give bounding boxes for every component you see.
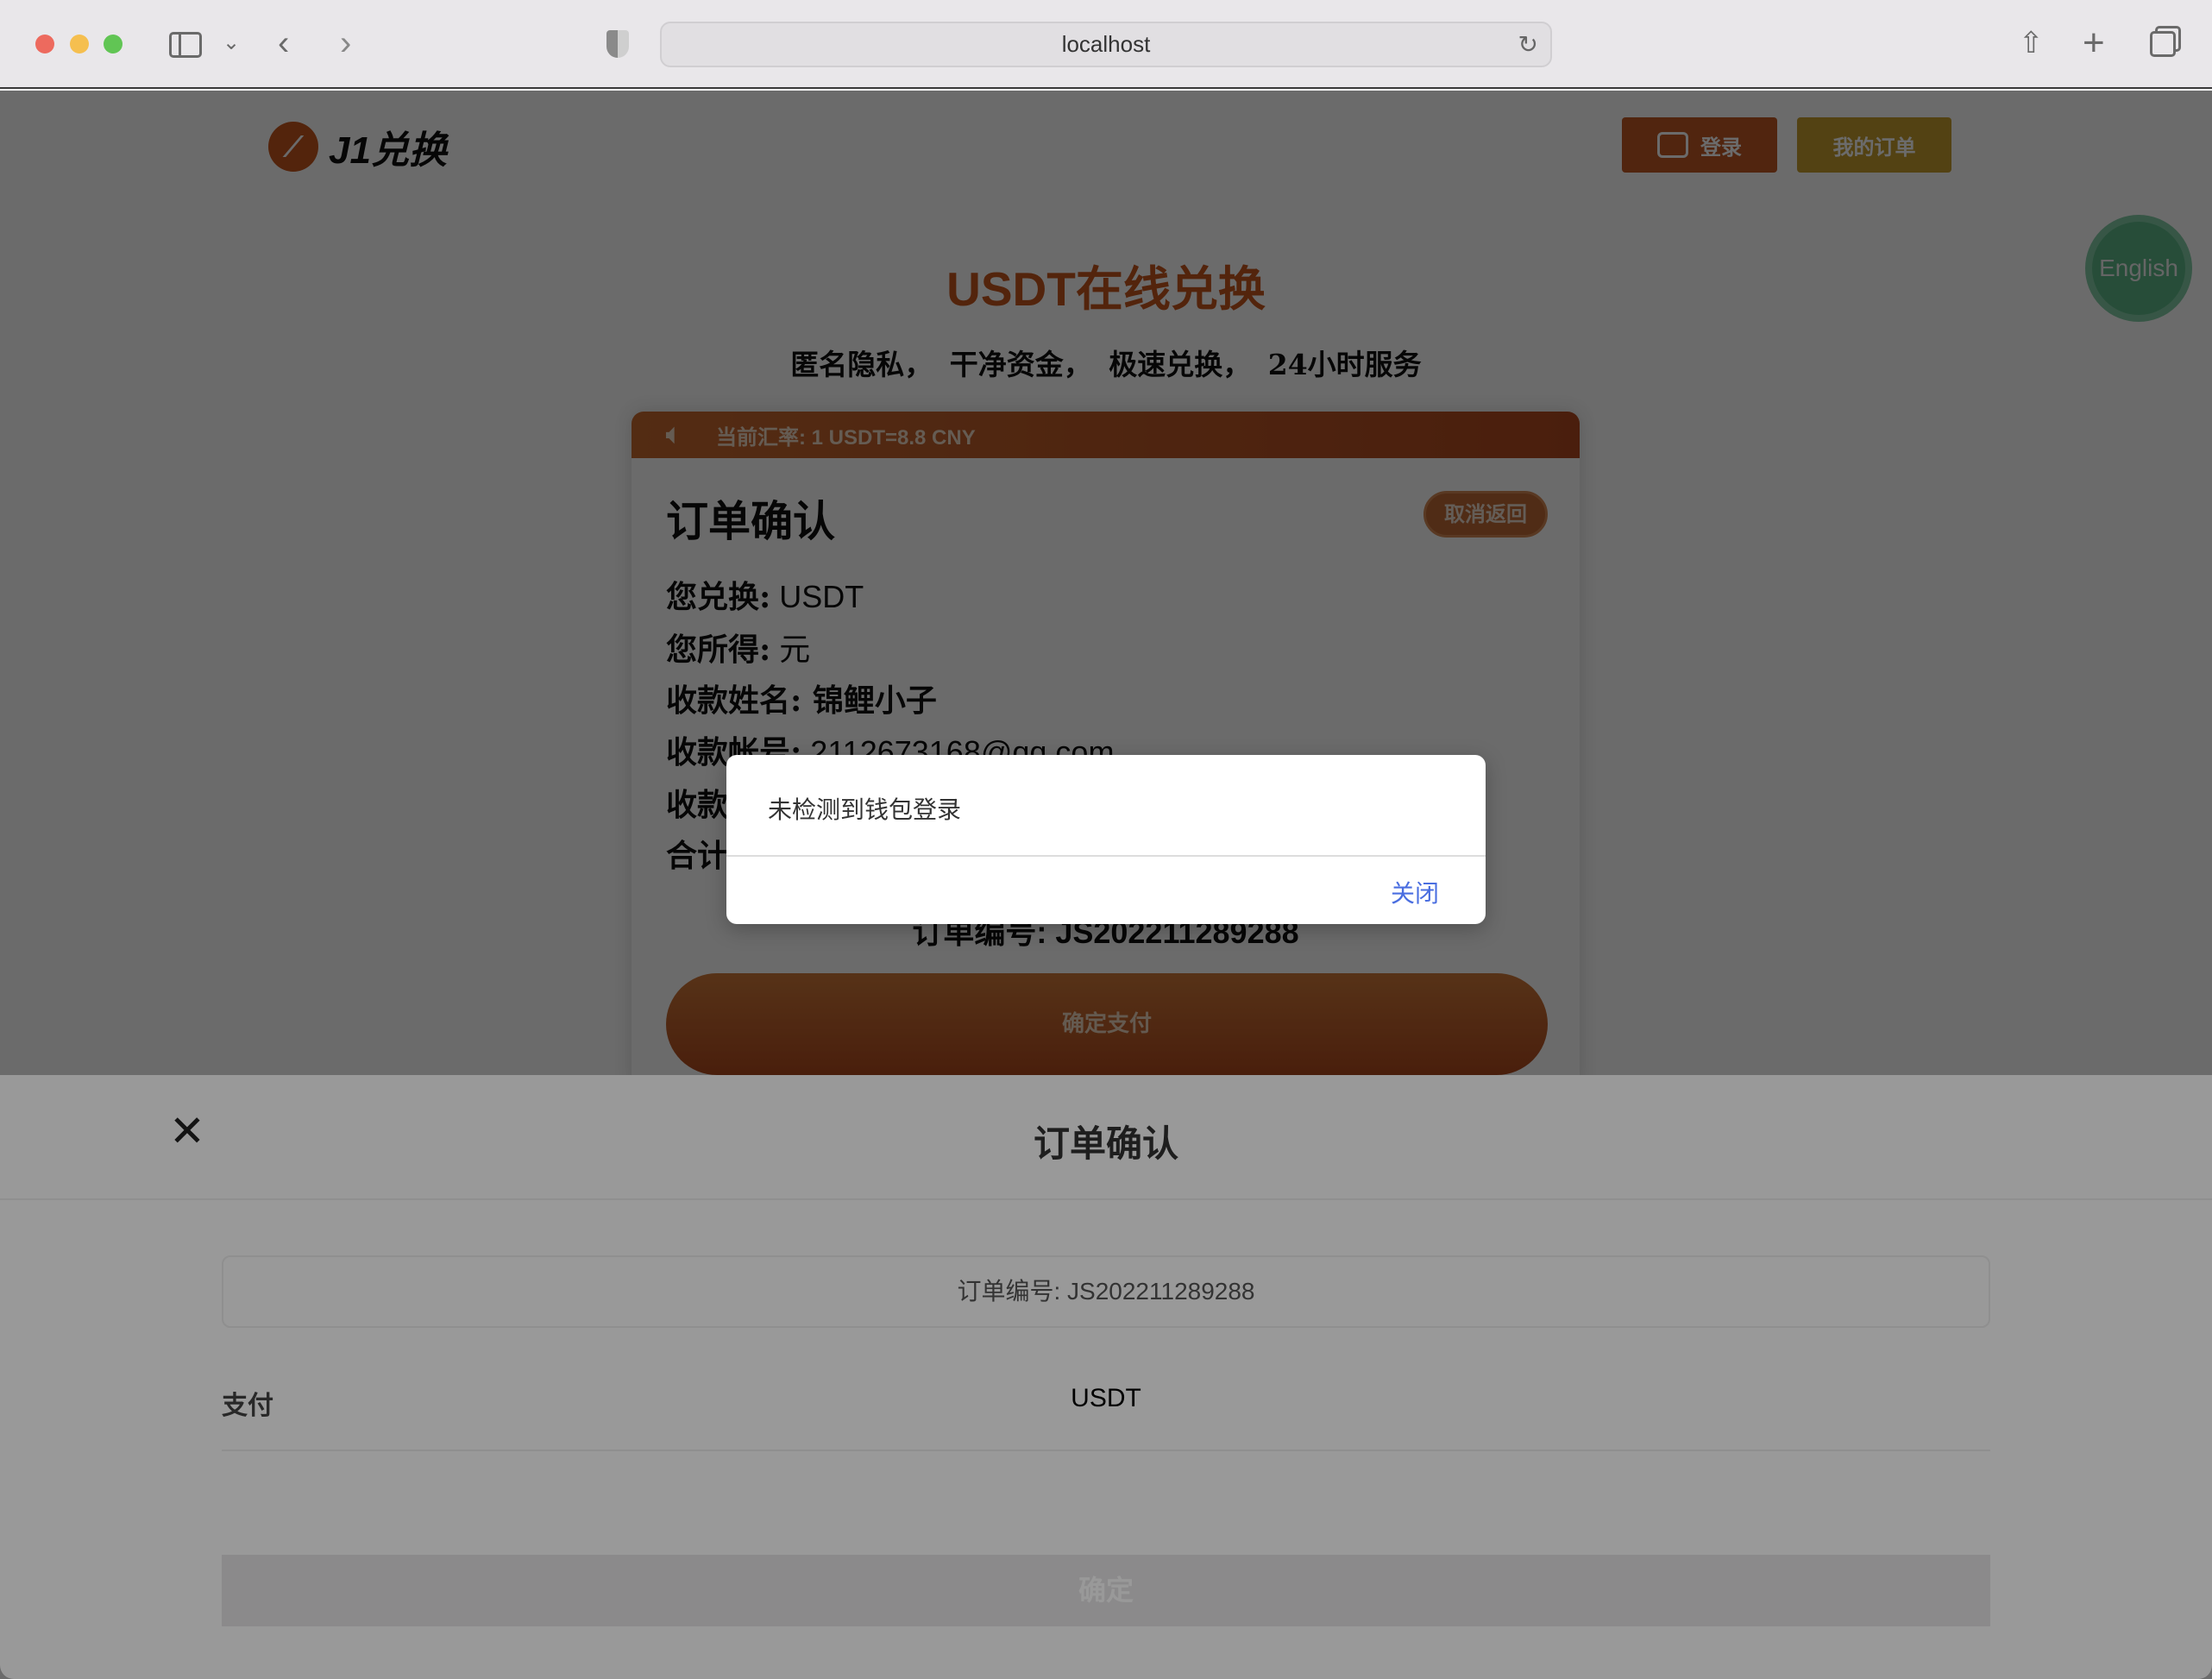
- tabs-overview-icon[interactable]: [2150, 31, 2176, 57]
- zoom-window-button[interactable]: [104, 35, 123, 53]
- forward-icon[interactable]: ›: [340, 26, 351, 60]
- minimize-window-button[interactable]: [70, 35, 89, 53]
- alert-dialog: 未检测到钱包登录 关闭: [726, 755, 1486, 924]
- divider: [726, 855, 1486, 857]
- browser-toolbar: ⌄ ‹ › localhost ↻ ⇧ +: [0, 0, 2212, 89]
- dialog-close-button[interactable]: 关闭: [1391, 875, 1439, 909]
- back-icon[interactable]: ‹: [278, 26, 289, 60]
- sidebar-icon[interactable]: [169, 32, 202, 58]
- shield-icon[interactable]: [606, 30, 629, 58]
- dialog-message: 未检测到钱包登录: [768, 796, 962, 823]
- url-text: localhost: [1061, 31, 1151, 57]
- new-tab-icon[interactable]: +: [2083, 24, 2105, 62]
- chevron-down-icon[interactable]: ⌄: [223, 26, 240, 60]
- reload-icon[interactable]: ↻: [1518, 23, 1538, 66]
- share-icon[interactable]: ⇧: [2019, 26, 2044, 60]
- address-bar[interactable]: localhost ↻: [660, 22, 1552, 67]
- close-window-button[interactable]: [35, 35, 54, 53]
